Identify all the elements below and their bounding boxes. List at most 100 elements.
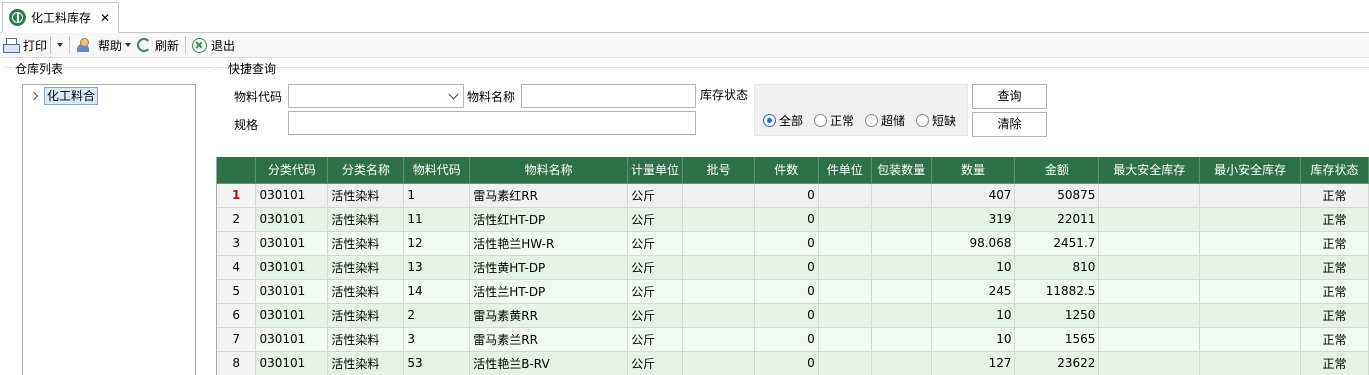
radio-normal[interactable]: 正常 bbox=[814, 112, 854, 129]
column-header[interactable]: 最小安全库存 bbox=[1199, 157, 1301, 184]
clear-button[interactable]: 清除 bbox=[972, 112, 1047, 137]
close-icon[interactable]: ✕ bbox=[100, 11, 110, 25]
cell-cat-code[interactable]: 030101 bbox=[255, 183, 329, 208]
cell-piece-unit[interactable] bbox=[818, 255, 872, 280]
cell-status[interactable]: 正常 bbox=[1300, 279, 1369, 304]
cell-max-stock[interactable] bbox=[1098, 183, 1201, 208]
cell-pack-qty[interactable] bbox=[871, 183, 932, 208]
column-header[interactable]: 件单位 bbox=[818, 157, 872, 184]
cell-cat-code[interactable]: 030101 bbox=[255, 351, 329, 375]
cell-cat-code[interactable]: 030101 bbox=[255, 327, 329, 352]
chevron-right-icon[interactable] bbox=[29, 91, 39, 101]
cell-unit[interactable]: 公斤 bbox=[627, 255, 684, 280]
row-number[interactable]: 8 bbox=[217, 351, 257, 375]
material-code-combo[interactable] bbox=[288, 84, 464, 108]
cell-name[interactable]: 雷马素黄RR bbox=[469, 303, 629, 328]
cell-batch[interactable] bbox=[682, 303, 755, 328]
column-header[interactable]: 包装数量 bbox=[871, 157, 932, 184]
cell-pieces[interactable]: 0 bbox=[754, 351, 819, 375]
cell-code[interactable]: 53 bbox=[403, 351, 471, 375]
row-number[interactable]: 7 bbox=[217, 327, 257, 352]
cell-name[interactable]: 活性艳兰HW-R bbox=[469, 231, 629, 256]
column-header[interactable]: 物料名称 bbox=[469, 157, 629, 184]
cell-cat-name[interactable]: 活性染料 bbox=[327, 207, 405, 232]
spec-input[interactable] bbox=[288, 111, 696, 135]
cell-min-stock[interactable] bbox=[1199, 183, 1301, 208]
cell-name[interactable]: 活性黄HT-DP bbox=[469, 255, 629, 280]
cell-unit[interactable]: 公斤 bbox=[627, 279, 684, 304]
cell-pack-qty[interactable] bbox=[871, 231, 932, 256]
cell-min-stock[interactable] bbox=[1199, 207, 1301, 232]
cell-pack-qty[interactable] bbox=[871, 255, 932, 280]
cell-amount[interactable]: 1565 bbox=[1014, 327, 1100, 352]
warehouse-tree[interactable]: 化工料合 bbox=[22, 84, 196, 375]
cell-cat-code[interactable]: 030101 bbox=[255, 279, 329, 304]
cell-pieces[interactable]: 0 bbox=[754, 327, 819, 352]
cell-cat-code[interactable]: 030101 bbox=[255, 207, 329, 232]
cell-max-stock[interactable] bbox=[1098, 231, 1201, 256]
cell-unit[interactable]: 公斤 bbox=[627, 351, 684, 375]
tree-node-label[interactable]: 化工料合 bbox=[44, 87, 99, 105]
cell-pieces[interactable]: 0 bbox=[754, 231, 819, 256]
table-row[interactable]: 6 030101 活性染料 2 雷马素黄RR 公斤 0 10 1250 正常 bbox=[217, 303, 1369, 328]
cell-min-stock[interactable] bbox=[1199, 351, 1301, 375]
cell-cat-name[interactable]: 活性染料 bbox=[327, 183, 405, 208]
cell-min-stock[interactable] bbox=[1199, 231, 1301, 256]
cell-qty[interactable]: 127 bbox=[931, 351, 1016, 375]
row-number[interactable]: 6 bbox=[217, 303, 257, 328]
cell-status[interactable]: 正常 bbox=[1300, 255, 1369, 280]
cell-status[interactable]: 正常 bbox=[1300, 207, 1369, 232]
row-number[interactable]: 2 bbox=[217, 207, 257, 232]
cell-unit[interactable]: 公斤 bbox=[627, 207, 684, 232]
cell-cat-code[interactable]: 030101 bbox=[255, 255, 329, 280]
cell-pack-qty[interactable] bbox=[871, 327, 932, 352]
cell-qty[interactable]: 10 bbox=[931, 327, 1016, 352]
cell-status[interactable]: 正常 bbox=[1300, 183, 1369, 208]
cell-unit[interactable]: 公斤 bbox=[627, 183, 684, 208]
cell-status[interactable]: 正常 bbox=[1300, 231, 1369, 256]
cell-pieces[interactable]: 0 bbox=[754, 255, 819, 280]
tab-chemical-inventory[interactable]: 化工料库存 ✕ bbox=[2, 2, 119, 33]
cell-cat-name[interactable]: 活性染料 bbox=[327, 231, 405, 256]
cell-amount[interactable]: 50875 bbox=[1014, 183, 1100, 208]
cell-qty[interactable]: 407 bbox=[931, 183, 1016, 208]
cell-piece-unit[interactable] bbox=[818, 327, 872, 352]
cell-max-stock[interactable] bbox=[1098, 279, 1201, 304]
cell-pack-qty[interactable] bbox=[871, 351, 932, 375]
cell-code[interactable]: 11 bbox=[403, 207, 471, 232]
column-header[interactable]: 分类代码 bbox=[255, 157, 329, 184]
cell-pack-qty[interactable] bbox=[871, 207, 932, 232]
cell-qty[interactable]: 10 bbox=[931, 303, 1016, 328]
table-row[interactable]: 2 030101 活性染料 11 活性红HT-DP 公斤 0 319 22011 正常 bbox=[217, 207, 1369, 232]
cell-qty[interactable]: 319 bbox=[931, 207, 1016, 232]
cell-unit[interactable]: 公斤 bbox=[627, 327, 684, 352]
print-dropdown[interactable] bbox=[50, 36, 66, 54]
cell-batch[interactable] bbox=[682, 351, 755, 375]
cell-cat-code[interactable]: 030101 bbox=[255, 231, 329, 256]
cell-name[interactable]: 活性红HT-DP bbox=[469, 207, 629, 232]
cell-piece-unit[interactable] bbox=[818, 231, 872, 256]
cell-code[interactable]: 12 bbox=[403, 231, 471, 256]
cell-code[interactable]: 14 bbox=[403, 279, 471, 304]
cell-qty[interactable]: 245 bbox=[931, 279, 1016, 304]
cell-max-stock[interactable] bbox=[1098, 327, 1201, 352]
cell-name[interactable]: 活性艳兰B-RV bbox=[469, 351, 629, 375]
cell-min-stock[interactable] bbox=[1199, 255, 1301, 280]
cell-unit[interactable]: 公斤 bbox=[627, 231, 684, 256]
row-number[interactable]: 4 bbox=[217, 255, 257, 280]
cell-batch[interactable] bbox=[682, 231, 755, 256]
cell-min-stock[interactable] bbox=[1199, 279, 1301, 304]
cell-cat-code[interactable]: 030101 bbox=[255, 303, 329, 328]
table-row[interactable]: 1 030101 活性染料 1 雷马素红RR 公斤 0 407 50875 正常 bbox=[217, 183, 1369, 208]
cell-pieces[interactable]: 0 bbox=[754, 303, 819, 328]
cell-amount[interactable]: 1250 bbox=[1014, 303, 1100, 328]
radio-all[interactable]: 全部 bbox=[763, 112, 803, 129]
cell-cat-name[interactable]: 活性染料 bbox=[327, 351, 405, 375]
cell-amount[interactable]: 23622 bbox=[1014, 351, 1100, 375]
search-button[interactable]: 查询 bbox=[972, 84, 1047, 109]
tree-node-chemical-warehouse[interactable]: 化工料合 bbox=[29, 87, 99, 105]
table-row[interactable]: 7 030101 活性染料 3 雷马素兰RR 公斤 0 10 1565 正常 bbox=[217, 327, 1369, 352]
column-header[interactable]: 最大安全库存 bbox=[1098, 157, 1201, 184]
cell-piece-unit[interactable] bbox=[818, 303, 872, 328]
cell-piece-unit[interactable] bbox=[818, 207, 872, 232]
